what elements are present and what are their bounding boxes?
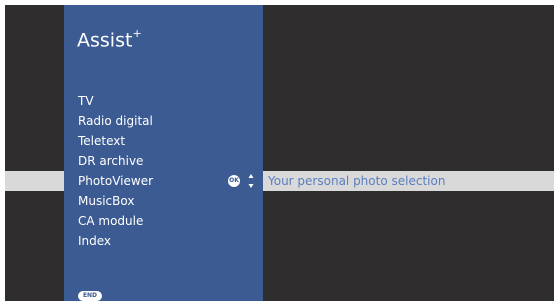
menu-item-musicbox[interactable]: MusicBox [5, 191, 554, 211]
page-title: Assist+ [77, 25, 142, 51]
up-down-arrows-icon [248, 173, 254, 189]
menu-item-label: MusicBox [78, 194, 135, 208]
menu-item-index[interactable]: Index [5, 231, 554, 251]
menu-item-teletext[interactable]: Teletext [5, 131, 554, 151]
menu-item-radio-digital[interactable]: Radio digital [5, 111, 554, 131]
menu-item-label: CA module [78, 214, 144, 228]
menu-item-tv[interactable]: TV [5, 91, 554, 111]
menu-item-dr-archive[interactable]: DR archive [5, 151, 554, 171]
menu-item-label: PhotoViewer [78, 174, 154, 188]
menu-item-description: Your personal photo selection [268, 174, 446, 188]
menu-item-label: Radio digital [78, 114, 153, 128]
title-text: Assist [77, 29, 133, 52]
menu-item-label: Teletext [78, 134, 126, 148]
menu-item-ca-module[interactable]: CA module [5, 211, 554, 231]
main-menu: TV Radio digital Teletext DR archive Pho… [5, 91, 554, 251]
menu-item-label: Index [78, 234, 112, 248]
tv-screen: Assist+ TV Radio digital Teletext DR arc… [5, 5, 554, 301]
menu-item-label: DR archive [78, 154, 144, 168]
menu-item-label: TV [78, 94, 94, 108]
ok-button-icon: OK [228, 175, 240, 187]
menu-item-photoviewer[interactable]: PhotoViewer OK Your personal photo selec… [5, 171, 554, 191]
title-superscript: + [132, 27, 142, 40]
end-button-icon[interactable]: END [78, 291, 102, 301]
